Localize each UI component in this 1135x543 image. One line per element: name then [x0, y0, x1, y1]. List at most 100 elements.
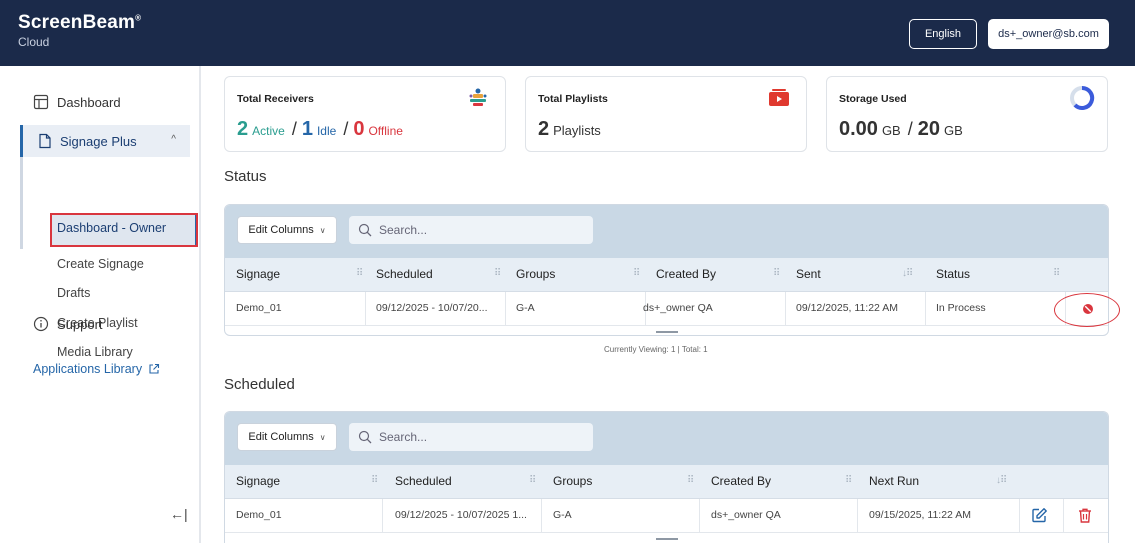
idle-count: 1 [301, 118, 313, 140]
column-header-sent[interactable]: Sent [796, 267, 821, 281]
status-section-title: Status [224, 168, 267, 185]
user-account-button[interactable]: ds+_owner@sb.com [988, 19, 1109, 49]
collapse-sidebar-icon[interactable]: ←| [170, 506, 188, 522]
dashboard-icon [33, 94, 49, 110]
edit-columns-button[interactable]: Edit Columns ∨ [237, 423, 337, 451]
column-resize-handle[interactable]: ⠿ [845, 475, 852, 486]
cell-signage: Demo_01 [236, 509, 282, 521]
column-header-groups[interactable]: Groups [553, 474, 592, 488]
chevron-down-icon: ∨ [319, 432, 326, 442]
column-resize-handle[interactable]: ⠿ [633, 268, 640, 279]
brand-name: ScreenBeam [18, 12, 136, 33]
applications-library-label: Applications Library [33, 362, 143, 376]
submenu-rail [20, 157, 23, 249]
column-header-created-by[interactable]: Created By [656, 267, 716, 281]
sidebar-item-create-signage[interactable]: Create Signage [57, 257, 144, 271]
column-header-scheduled[interactable]: Scheduled [395, 474, 452, 488]
edit-icon[interactable] [1031, 507, 1048, 524]
offline-count: 0 [353, 118, 365, 140]
column-resize-handle[interactable]: ⠿ [687, 475, 694, 486]
cell-created-by: ds+_owner QA [711, 509, 781, 521]
sidebar-item-label: Signage Plus [60, 133, 137, 149]
sidebar-item-support[interactable]: Support [33, 316, 103, 332]
search-icon [358, 223, 372, 237]
column-header-signage[interactable]: Signage [236, 474, 280, 488]
receivers-summary: 2 Active / 1 Idle / 0 Offline [237, 118, 409, 141]
table-row[interactable]: Demo_01 09/12/2025 - 10/07/2025 1... G-A… [225, 499, 1108, 533]
card-title: Total Receivers [237, 93, 314, 105]
column-resize-handle[interactable]: ⠿ [529, 475, 536, 486]
column-resize-handle[interactable]: ⠿ [371, 475, 378, 486]
chevron-down-icon: ∨ [319, 225, 326, 235]
top-header: ScreenBeam® Cloud English ds+_owner@sb.c… [0, 0, 1135, 66]
search-icon [358, 430, 372, 444]
edit-columns-label: Edit Columns [248, 224, 314, 236]
column-resize-handle[interactable]: ⠿ [773, 268, 780, 279]
storage-total-unit: GB [944, 123, 963, 138]
brand-subtitle: Cloud [18, 35, 50, 49]
column-header-groups[interactable]: Groups [516, 267, 555, 281]
active-label: Active [252, 124, 285, 138]
cell-signage: Demo_01 [236, 302, 282, 314]
sidebar-item-media-library[interactable]: Media Library [57, 345, 133, 359]
scheduled-section-title: Scheduled [224, 376, 295, 393]
table-toolbar: Edit Columns ∨ Search... [225, 205, 1108, 258]
column-divider [541, 499, 542, 533]
search-placeholder: Search... [379, 223, 428, 237]
column-divider [1019, 499, 1020, 533]
table-row[interactable]: Demo_01 09/12/2025 - 10/07/20... G-A ds+… [225, 292, 1108, 326]
column-header-next-run[interactable]: Next Run [869, 474, 919, 488]
column-divider [785, 292, 786, 326]
column-divider [1063, 499, 1064, 533]
screenbeam-logo[interactable]: ScreenBeam® Cloud [18, 12, 141, 49]
language-button[interactable]: English [909, 19, 977, 49]
playlist-icon [768, 87, 790, 109]
horizontal-scrollbar[interactable] [656, 331, 678, 333]
storage-summary: 0.00 GB / 20 GB [839, 118, 969, 141]
search-input[interactable]: Search... [349, 423, 593, 451]
total-playlists-card: Total Playlists 2 Playlists [525, 76, 807, 152]
chevron-up-icon[interactable]: ^ [171, 134, 176, 145]
column-resize-handle[interactable]: ⠿ [356, 268, 363, 279]
cell-status: In Process [936, 302, 986, 314]
column-header-created-by[interactable]: Created By [711, 474, 771, 488]
column-divider [925, 292, 926, 326]
sidebar-item-label: Dashboard [57, 94, 121, 110]
storage-used-value: 0.00 [839, 118, 878, 140]
storage-ring-icon [1069, 85, 1095, 111]
sort-descending-icon[interactable]: ↓⠿ [996, 475, 1007, 486]
search-input[interactable]: Search... [349, 216, 593, 244]
column-header-status[interactable]: Status [936, 267, 970, 281]
column-header-signage[interactable]: Signage [236, 267, 280, 281]
search-placeholder: Search... [379, 430, 428, 444]
column-divider [699, 499, 700, 533]
separator: / [907, 119, 913, 139]
idle-label: Idle [316, 124, 337, 138]
sidebar-item-signage-plus[interactable]: Signage Plus ^ [20, 125, 190, 157]
action-highlight-circle [1054, 293, 1120, 327]
edit-columns-button[interactable]: Edit Columns ∨ [237, 216, 337, 244]
column-resize-handle[interactable]: ⠿ [1053, 268, 1060, 279]
table-header: Signage ⠿ Scheduled ⠿ Groups ⠿ Created B… [225, 465, 1108, 499]
playlists-label: Playlists [553, 123, 601, 138]
column-header-scheduled[interactable]: Scheduled [376, 267, 433, 281]
card-title: Total Playlists [538, 93, 608, 105]
sort-descending-icon[interactable]: ↓⠿ [902, 268, 913, 279]
external-link-icon [148, 363, 160, 375]
table-toolbar: Edit Columns ∨ Search... [225, 412, 1108, 465]
storage-used-unit: GB [881, 123, 901, 138]
cell-groups: G-A [516, 302, 535, 314]
applications-library-link[interactable]: Applications Library [33, 362, 160, 376]
offline-label: Offline [368, 124, 403, 138]
horizontal-scrollbar[interactable] [656, 538, 678, 540]
separator: / [291, 119, 297, 139]
delete-icon[interactable] [1077, 507, 1093, 524]
cell-sent: 09/12/2025, 11:22 AM [796, 302, 898, 314]
sidebar-item-drafts[interactable]: Drafts [57, 286, 90, 300]
sidebar-item-dashboard-owner[interactable]: Dashboard - Owner [57, 221, 166, 235]
sidebar-item-dashboard[interactable]: Dashboard [33, 94, 121, 110]
separator: / [343, 119, 349, 139]
storage-total-value: 20 [917, 118, 940, 140]
table-footer-count: Currently Viewing: 1 | Total: 1 [604, 345, 708, 354]
column-resize-handle[interactable]: ⠿ [494, 268, 501, 279]
